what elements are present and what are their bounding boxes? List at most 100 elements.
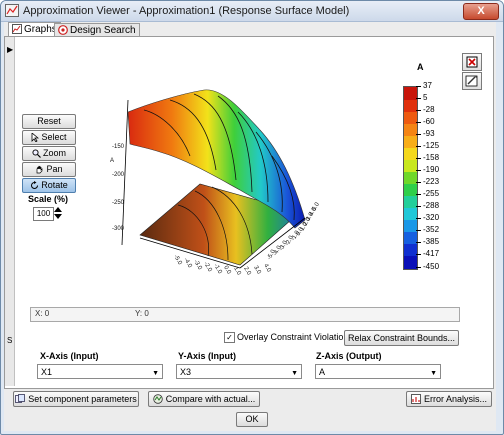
colorbar-tick-label: -158 bbox=[423, 153, 440, 162]
error-analysis-label: Error Analysis... bbox=[423, 394, 488, 404]
hand-icon bbox=[37, 165, 43, 174]
scale-input[interactable]: 100 bbox=[33, 207, 54, 221]
colorbar-tick bbox=[416, 206, 421, 207]
colorbar-tick bbox=[416, 182, 421, 183]
x-tick-label: -1.0 bbox=[212, 263, 223, 275]
z-tick-label: -150 bbox=[112, 144, 125, 150]
colorbar-tick-label: -385 bbox=[423, 237, 440, 246]
app-icon bbox=[5, 4, 19, 17]
rotate-button[interactable]: Rotate bbox=[22, 178, 76, 193]
zoom-button-label: Zoom bbox=[42, 148, 66, 158]
colorbar-tick bbox=[416, 267, 421, 268]
chevron-down-icon[interactable]: ▼ bbox=[152, 366, 159, 381]
rotate-button-label: Rotate bbox=[41, 180, 68, 190]
title-bar[interactable]: Approximation Viewer - Approximation1 (R… bbox=[1, 1, 503, 22]
chevron-down-icon[interactable]: ▼ bbox=[430, 366, 437, 381]
coordinate-readout: X: 0 Y: 0 bbox=[30, 307, 460, 322]
z-tick-label: -300 bbox=[112, 226, 125, 232]
reset-button[interactable]: Reset bbox=[22, 114, 76, 129]
edit-plot-button[interactable] bbox=[462, 72, 482, 90]
y-axis-select-value: X3 bbox=[180, 367, 192, 377]
colorbar-tick bbox=[416, 194, 421, 195]
spin-down-icon[interactable] bbox=[54, 214, 62, 219]
colorbar-tick bbox=[416, 230, 421, 231]
z-axis-select-value: A bbox=[319, 367, 326, 377]
z-axis-letter: A bbox=[110, 158, 114, 164]
x-tick-label: 3.0 bbox=[252, 265, 262, 275]
scale-spinner[interactable] bbox=[54, 206, 62, 220]
error-analysis-icon bbox=[411, 394, 421, 404]
cursor-arrow-icon bbox=[32, 133, 40, 142]
close-button[interactable]: X bbox=[463, 3, 499, 20]
set-component-parameters-button[interactable]: Set component parameters bbox=[13, 391, 139, 407]
colorbar-tick-label: -223 bbox=[423, 177, 440, 186]
colorbar-tick-label: 5 bbox=[423, 93, 428, 102]
colorbar-tick bbox=[416, 134, 421, 135]
parameters-icon bbox=[15, 394, 26, 403]
pan-button-label: Pan bbox=[46, 164, 63, 174]
x-axis-select[interactable]: X1 ▼ bbox=[37, 364, 163, 379]
strip-marker: S bbox=[7, 336, 13, 345]
response-surface-plot[interactable]: A -150 -200 -250 -300 -5.0 -4.0 -3.0 -2.… bbox=[100, 60, 320, 275]
window-title: Approximation Viewer - Approximation1 (R… bbox=[23, 5, 350, 17]
spin-up-icon[interactable] bbox=[54, 207, 62, 212]
x-tick-label: 0.0 bbox=[222, 265, 232, 275]
tab-graphs-label: Graphs bbox=[24, 24, 57, 35]
colorbar-tick bbox=[416, 158, 421, 159]
zoom-button[interactable]: Zoom bbox=[22, 146, 76, 161]
z-axis-select[interactable]: A ▼ bbox=[315, 364, 441, 379]
select-button[interactable]: Select bbox=[22, 130, 76, 145]
colorbar-tick bbox=[416, 86, 421, 87]
y-tick-label: 5.0 bbox=[312, 201, 320, 212]
x-tick-label: 2.0 bbox=[242, 266, 252, 275]
collapse-strip[interactable] bbox=[5, 37, 15, 386]
graph-icon bbox=[12, 24, 22, 34]
colorbar-tick-label: -352 bbox=[423, 225, 440, 234]
compare-icon bbox=[153, 394, 163, 404]
colorbar-tick-label: -417 bbox=[423, 249, 440, 258]
set-component-parameters-label: Set component parameters bbox=[28, 394, 137, 404]
x-tick-label: -5.0 bbox=[172, 254, 183, 267]
x-tick-label: -3.0 bbox=[192, 259, 203, 272]
ok-button[interactable]: OK bbox=[236, 412, 268, 427]
colorbar-tick-label: -255 bbox=[423, 189, 440, 198]
close-square-icon bbox=[466, 56, 478, 68]
colorbar-tick-label: -320 bbox=[423, 213, 440, 222]
y-coordinate: Y: 0 bbox=[135, 309, 149, 318]
target-icon bbox=[58, 25, 68, 35]
z-tick-label: -200 bbox=[112, 172, 125, 178]
colorbar-tick-label: -190 bbox=[423, 165, 440, 174]
z-axis: A -150 -200 -250 -300 bbox=[110, 99, 129, 246]
compare-with-actual-label: Compare with actual... bbox=[165, 394, 256, 404]
overlay-constraint-label: Overlay Constraint Violations bbox=[237, 332, 353, 342]
tab-graphs[interactable]: Graphs bbox=[8, 22, 61, 37]
x-tick-label: 4.0 bbox=[262, 263, 272, 274]
colorbar-tick bbox=[416, 146, 421, 147]
colorbar-tick bbox=[416, 98, 421, 99]
z-axis-label: Z-Axis (Output) bbox=[316, 351, 382, 361]
tab-design-search[interactable]: Design Search bbox=[54, 23, 140, 37]
colorbar-tick-label: -125 bbox=[423, 141, 440, 150]
expand-arrow-icon[interactable]: ▶ bbox=[7, 45, 13, 54]
colorbar-tick bbox=[416, 170, 421, 171]
colorbar-tick-label: -28 bbox=[423, 105, 435, 114]
compare-with-actual-button[interactable]: Compare with actual... bbox=[148, 391, 260, 407]
x-axis-label: X-Axis (Input) bbox=[40, 351, 99, 361]
z-tick-label: -250 bbox=[112, 200, 125, 206]
colorbar-tick bbox=[416, 110, 421, 111]
colorbar-tick-label: -450 bbox=[423, 262, 440, 271]
chevron-down-icon[interactable]: ▼ bbox=[291, 366, 298, 381]
x-axis-select-value: X1 bbox=[41, 367, 53, 377]
y-axis-select[interactable]: X3 ▼ bbox=[176, 364, 302, 379]
tab-design-search-label: Design Search bbox=[70, 25, 136, 36]
relax-constraint-bounds-button[interactable]: Relax Constraint Bounds... bbox=[344, 330, 459, 346]
colorbar-tick-label: -60 bbox=[423, 117, 435, 126]
error-analysis-button[interactable]: Error Analysis... bbox=[406, 391, 492, 407]
colorbar-tick bbox=[416, 218, 421, 219]
pan-button[interactable]: Pan bbox=[22, 162, 76, 177]
scale-label: Scale (%) bbox=[28, 194, 69, 204]
clear-plot-button[interactable] bbox=[462, 53, 482, 71]
overlay-constraint-checkbox[interactable]: ✓ bbox=[224, 332, 235, 343]
rotate-icon bbox=[31, 181, 39, 189]
colorbar-tick-label: -93 bbox=[423, 129, 435, 138]
